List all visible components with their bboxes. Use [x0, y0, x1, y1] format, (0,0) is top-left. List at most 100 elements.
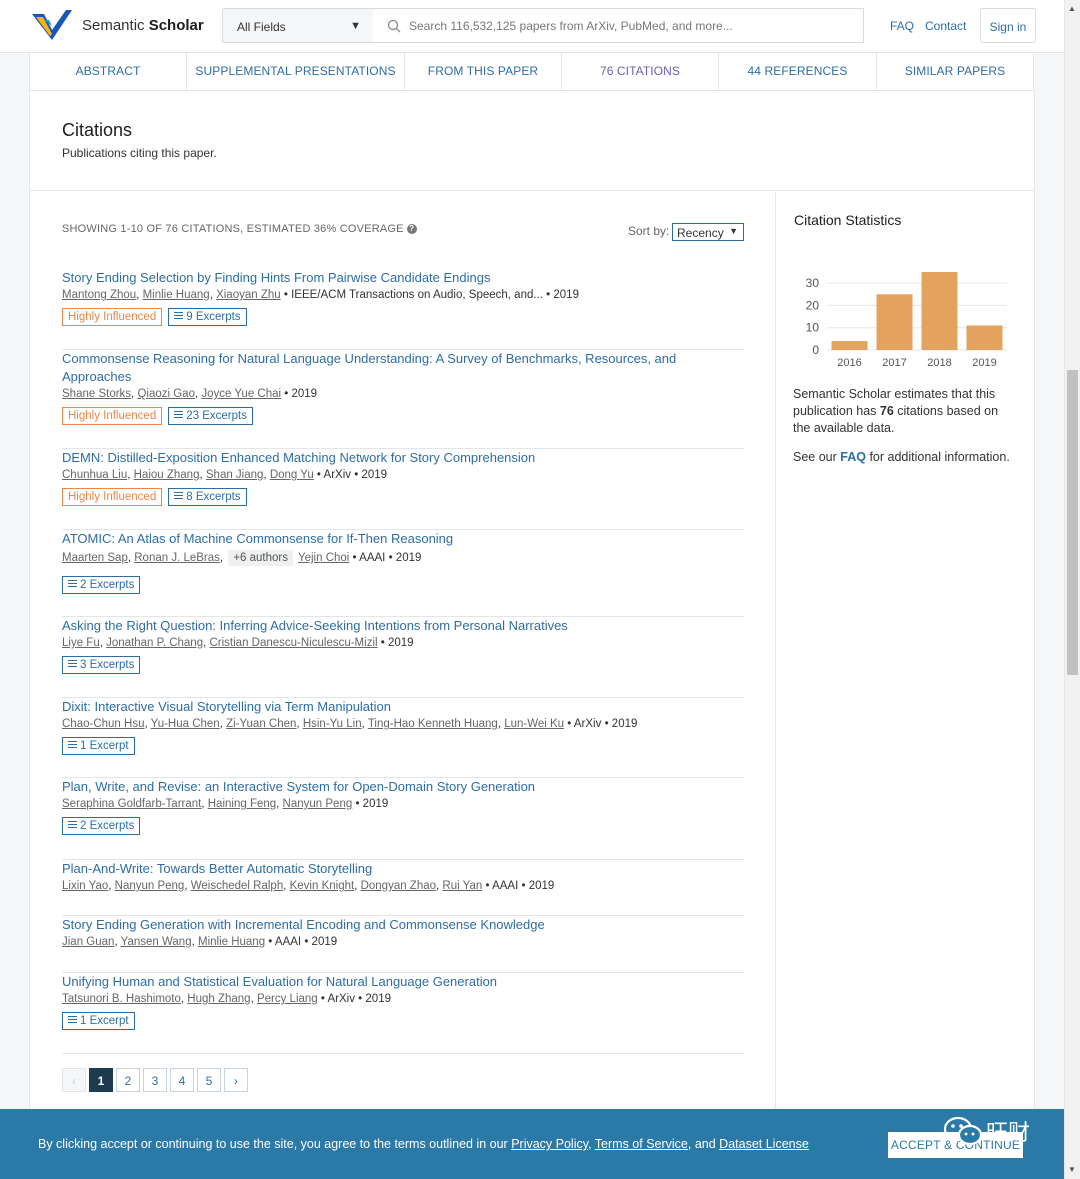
tab-abstract[interactable]: ABSTRACT — [29, 53, 187, 90]
semantic-scholar-logo[interactable]: Semantic Scholar — [30, 8, 204, 42]
paper-title-link[interactable]: DEMN: Distilled-Exposition Enhanced Matc… — [62, 449, 744, 467]
author-link[interactable]: Tatsunori B. Hashimoto — [62, 993, 181, 1005]
author-link[interactable]: Weischedel Ralph — [191, 880, 283, 892]
faq-link[interactable]: FAQ — [890, 19, 914, 33]
list-item: Story Ending Selection by Finding Hints … — [62, 269, 744, 350]
author-link[interactable]: Ronan J. LeBras — [134, 552, 220, 564]
pager-next-button[interactable]: › — [224, 1068, 248, 1092]
excerpts-button[interactable]: 2 Excerpts — [62, 576, 141, 594]
more-authors-button[interactable]: +6 authors — [228, 550, 293, 566]
author-link[interactable]: Hsin-Yu Lin — [303, 718, 362, 730]
chart-bar-2017[interactable] — [876, 294, 913, 350]
paper-title-link[interactable]: Commonsense Reasoning for Natural Langua… — [62, 350, 744, 386]
sign-in-button[interactable]: Sign in — [980, 8, 1036, 43]
pager-page-1[interactable]: 1 — [89, 1068, 113, 1092]
search-input[interactable] — [409, 18, 849, 33]
excerpts-button[interactable]: 1 Excerpt — [62, 1012, 135, 1030]
excerpts-button[interactable]: 3 Excerpts — [62, 656, 141, 674]
sort-select[interactable]: Recency ▼ — [672, 223, 744, 241]
tab-references[interactable]: 44 REFERENCES — [719, 53, 877, 90]
paper-meta: Lixin Yao, Nanyun Peng, Weischedel Ralph… — [62, 880, 555, 892]
author-link[interactable]: Jian Guan — [62, 936, 114, 948]
author-link[interactable]: Ting-Hao Kenneth Huang — [368, 718, 498, 730]
paper-title-link[interactable]: Plan-And-Write: Towards Better Automatic… — [62, 860, 744, 878]
excerpts-label: 9 Excerpts — [186, 311, 241, 323]
scrollbar-thumb[interactable] — [1067, 370, 1078, 675]
author-link[interactable]: Seraphina Goldfarb-Tarrant — [62, 798, 201, 810]
pager-prev-button[interactable]: ‹ — [62, 1068, 86, 1092]
author-link[interactable]: Cristian Danescu-Niculescu-Mizil — [209, 637, 377, 649]
paper-title-link[interactable]: Dixit: Interactive Visual Storytelling v… — [62, 698, 744, 716]
stats-faq-link[interactable]: FAQ — [840, 450, 866, 464]
tab-citations[interactable]: 76 CITATIONS — [562, 53, 719, 90]
author-link[interactable]: Lun-Wei Ku — [504, 718, 564, 730]
author-link[interactable]: Liye Fu — [62, 637, 100, 649]
author-link[interactable]: Chunhua Liu — [62, 469, 127, 481]
author-link[interactable]: Zi-Yuan Chen — [226, 718, 296, 730]
paper-title-link[interactable]: Asking the Right Question: Inferring Adv… — [62, 617, 744, 635]
pager-page-5[interactable]: 5 — [197, 1068, 221, 1092]
author-link[interactable]: Shane Storks — [62, 388, 131, 400]
author-link[interactable]: Dongyan Zhao — [361, 880, 436, 892]
highly-influenced-badge[interactable]: Highly Influenced — [62, 308, 163, 326]
tab-supplemental-presentations[interactable]: SUPPLEMENTAL PRESENTATIONS — [187, 53, 405, 90]
terms-of-service-link[interactable]: Terms of Service — [595, 1137, 688, 1151]
scroll-up-icon[interactable]: ▲ — [1068, 4, 1076, 13]
chart-x-tick-label: 2019 — [972, 357, 996, 369]
paper-title-link[interactable]: Story Ending Generation with Incremental… — [62, 916, 744, 934]
author-link[interactable]: Dong Yu — [270, 469, 314, 481]
author-link[interactable]: Haiou Zhang — [134, 469, 200, 481]
author-link[interactable]: Yansen Wang — [121, 936, 192, 948]
paper-badges: 1 Excerpt — [62, 737, 744, 755]
author-link[interactable]: Maarten Sap — [62, 552, 128, 564]
author-link[interactable]: Joyce Yue Chai — [201, 388, 281, 400]
highly-influenced-badge[interactable]: Highly Influenced — [62, 488, 163, 506]
excerpts-button[interactable]: 2 Excerpts — [62, 817, 141, 835]
author-link[interactable]: Haining Feng — [208, 798, 276, 810]
paper-title-link[interactable]: Story Ending Selection by Finding Hints … — [62, 269, 744, 287]
paper-title-link[interactable]: Unifying Human and Statistical Evaluatio… — [62, 973, 744, 991]
author-link[interactable]: Hugh Zhang — [187, 993, 250, 1005]
chart-bar-2016[interactable] — [831, 341, 868, 350]
contact-link[interactable]: Contact — [925, 19, 966, 33]
chart-bar-2019[interactable] — [966, 325, 1003, 350]
author-link[interactable]: Kevin Knight — [290, 880, 355, 892]
author-link[interactable]: Mantong Zhou — [62, 289, 136, 301]
list-item: ATOMIC: An Atlas of Machine Commonsense … — [62, 530, 744, 617]
author-link[interactable]: Shan Jiang — [206, 469, 264, 481]
author-link[interactable]: Chao-Chun Hsu — [62, 718, 144, 730]
paper-title-link[interactable]: ATOMIC: An Atlas of Machine Commonsense … — [62, 530, 744, 548]
author-link[interactable]: Nanyun Peng — [115, 880, 185, 892]
pager-page-3[interactable]: 3 — [143, 1068, 167, 1092]
author-link[interactable]: Minlie Huang — [198, 936, 265, 948]
privacy-policy-link[interactable]: Privacy Policy — [511, 1137, 588, 1151]
author-link[interactable]: Qiaozi Gao — [137, 388, 195, 400]
tab-from-this-paper[interactable]: FROM THIS PAPER — [405, 53, 562, 90]
author-link[interactable]: Rui Yan — [442, 880, 482, 892]
help-icon[interactable]: ? — [406, 224, 417, 234]
author-link[interactable]: Minlie Huang — [143, 289, 210, 301]
excerpts-button[interactable]: 23 Excerpts — [168, 407, 253, 425]
author-link[interactable]: Jonathan P. Chang — [106, 637, 203, 649]
author-link[interactable]: Yejin Choi — [298, 552, 349, 564]
pager-page-2[interactable]: 2 — [116, 1068, 140, 1092]
author-link[interactable]: Yu-Hua Chen — [151, 718, 220, 730]
author-link[interactable]: Nanyun Peng — [283, 798, 353, 810]
author-link[interactable]: Xiaoyan Zhu — [216, 289, 281, 301]
tab-similar-papers[interactable]: SIMILAR PAPERS — [877, 53, 1034, 90]
highly-influenced-badge[interactable]: Highly Influenced — [62, 407, 163, 425]
pager-page-4[interactable]: 4 — [170, 1068, 194, 1092]
author-link[interactable]: Percy Liang — [257, 993, 318, 1005]
paper-badges: Highly Influenced 8 Excerpts — [62, 488, 744, 506]
fields-dropdown[interactable]: All Fields ▼ — [222, 8, 374, 43]
chart-bar-2018[interactable] — [921, 272, 958, 350]
page-scrollbar[interactable]: ▲ ▼ — [1064, 0, 1080, 1179]
dataset-license-link[interactable]: Dataset License — [719, 1137, 809, 1151]
excerpts-button[interactable]: 8 Excerpts — [168, 488, 247, 506]
scroll-down-icon[interactable]: ▼ — [1068, 1165, 1076, 1174]
author-link[interactable]: Lixin Yao — [62, 880, 108, 892]
paper-title-link[interactable]: Plan, Write, and Revise: an Interactive … — [62, 778, 744, 796]
paper-badges: 3 Excerpts — [62, 656, 744, 674]
excerpts-button[interactable]: 9 Excerpts — [168, 308, 247, 326]
excerpts-button[interactable]: 1 Excerpt — [62, 737, 135, 755]
